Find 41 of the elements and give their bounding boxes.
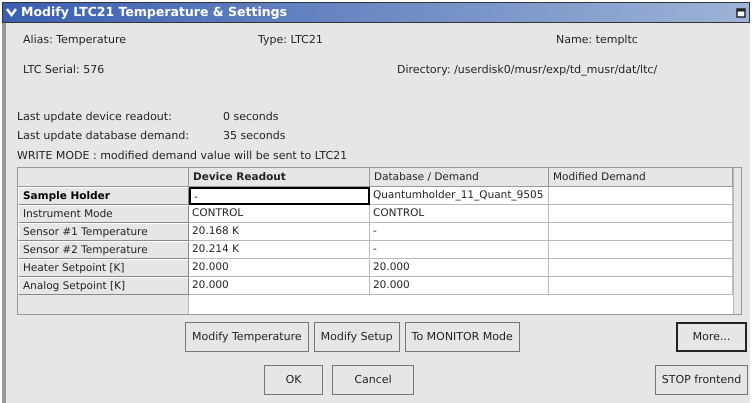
more-button[interactable]: More...	[676, 322, 747, 352]
table-cell: -	[370, 223, 549, 241]
row-header[interactable]: Heater Setpoint [K]	[18, 259, 189, 277]
directory-label: Directory: /userdisk0/musr/exp/td_musr/dat/ltc/	[397, 62, 658, 78]
row-header[interactable]: Sensor #1 Temperature	[18, 223, 189, 241]
table-cell: 20.000	[370, 259, 549, 277]
table-cell: 20.168 K	[189, 223, 370, 241]
name-label: Name: templtc	[555, 32, 639, 48]
table-cell: 20.214 K	[189, 241, 370, 259]
mode-message: WRITE MODE : modified demand value will be sent to LTC21	[16, 148, 348, 164]
type-label: Type: LTC21	[258, 32, 324, 48]
table-cell: -	[189, 187, 370, 205]
maximize-icon[interactable]	[736, 8, 746, 18]
update-value: 35 seconds	[223, 128, 286, 144]
column-header[interactable]: Device Readout	[189, 168, 370, 187]
table-cell: Quantumholder_11_Quant_9505	[370, 187, 549, 205]
table-cell: 20.000	[189, 259, 370, 277]
chevron-down-icon[interactable]	[6, 8, 17, 17]
serial-label: LTC Serial: 576	[23, 62, 106, 78]
dialog-button[interactable]: Cancel	[332, 365, 414, 395]
stop-frontend-button[interactable]: STOP frontend	[655, 365, 748, 395]
action-button[interactable]: Modify Setup	[314, 322, 400, 352]
table-cell: -	[370, 241, 549, 259]
action-button[interactable]: Modify Temperature	[185, 322, 309, 352]
column-header[interactable]: Database / Demand	[370, 168, 549, 187]
action-button[interactable]: To MONITOR Mode	[404, 322, 520, 352]
row-header[interactable]: Sample Holder	[18, 187, 189, 205]
row-header[interactable]: Instrument Mode	[18, 205, 189, 223]
column-header[interactable]: Modified Demand	[549, 168, 733, 187]
alias-label: Alias: Temperature	[23, 32, 127, 48]
row-header[interactable]: Analog Setpoint [K]	[18, 277, 189, 295]
table-cell: 20.000	[189, 277, 370, 295]
table-cell: CONTROL	[189, 205, 370, 223]
table-cell: 20.000	[370, 277, 549, 295]
update-label: Last update database demand:	[17, 128, 190, 144]
dialog-button[interactable]: OK	[264, 365, 323, 395]
table-cell: CONTROL	[370, 205, 549, 223]
row-header[interactable]: Sensor #2 Temperature	[18, 241, 189, 259]
window-title: Modify LTC21 Temperature & Settings	[21, 3, 288, 22]
update-value: 0 seconds	[223, 108, 278, 124]
update-label: Last update device readout:	[17, 108, 173, 124]
